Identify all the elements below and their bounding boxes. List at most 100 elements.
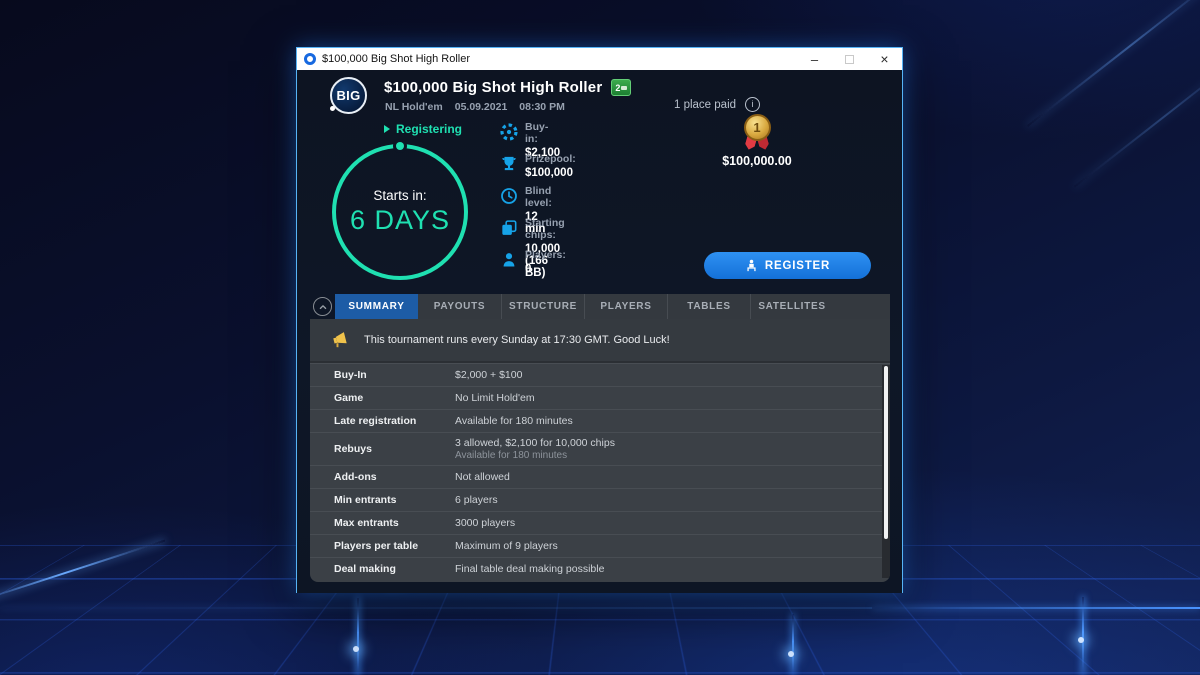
- grid-accent-line: [357, 598, 359, 675]
- registering-status: Registering: [384, 122, 462, 136]
- window-titlebar[interactable]: $100,000 Big Shot High Roller – ×: [297, 48, 902, 70]
- summary-panel: This tournament runs every Sunday at 17:…: [310, 319, 890, 582]
- trophy-icon: [500, 155, 518, 173]
- first-place-medal-icon: 1: [744, 114, 771, 141]
- starts-in-value: 6 DAYS: [350, 205, 450, 236]
- detail-value: Final table deal making possible: [455, 563, 604, 575]
- grid-glow-node: [353, 646, 359, 652]
- game-type: NL Hold'em: [385, 101, 443, 113]
- detail-subvalue: Available for 180 minutes: [455, 450, 615, 461]
- minimize-icon: –: [811, 52, 818, 67]
- tab-payouts[interactable]: PAYOUTS: [418, 294, 501, 319]
- detail-label: Buy-In: [334, 369, 455, 381]
- detail-row: Add-ons Not allowed: [310, 465, 890, 488]
- detail-value: Not allowed: [455, 471, 510, 483]
- minimize-button[interactable]: –: [797, 48, 832, 70]
- detail-label: Late registration: [334, 415, 455, 427]
- seat-icon: [745, 259, 758, 272]
- detail-label: Add-ons: [334, 471, 455, 483]
- ticket-badge-count: 2: [615, 83, 620, 93]
- grid-accent-line: [1082, 597, 1084, 675]
- ticket-badge-icon: 2: [611, 79, 631, 96]
- stat-label: Blind level:: [525, 185, 552, 209]
- tournament-title: $100,000 Big Shot High Roller: [384, 79, 602, 96]
- lobby-tabbar: SUMMARY PAYOUTS STRUCTURE PLAYERS TABLES…: [335, 294, 890, 319]
- detail-label: Min entrants: [334, 494, 455, 506]
- tab-satellites[interactable]: SATELLITES: [750, 294, 833, 319]
- tab-tables[interactable]: TABLES: [667, 294, 750, 319]
- tournament-window: $100,000 Big Shot High Roller – × BIG $1…: [296, 47, 903, 593]
- close-icon: ×: [880, 51, 888, 67]
- detail-value: No Limit Hold'em: [455, 392, 535, 404]
- announcement-text: This tournament runs every Sunday at 17:…: [364, 334, 670, 346]
- tournament-title-row: $100,000 Big Shot High Roller 2: [384, 79, 631, 96]
- detail-value: Maximum of 9 players: [455, 540, 558, 552]
- close-button[interactable]: ×: [867, 48, 902, 70]
- info-icon[interactable]: i: [745, 97, 760, 112]
- tab-structure[interactable]: STRUCTURE: [501, 294, 584, 319]
- register-button-label: REGISTER: [765, 260, 830, 272]
- stat-value: 0: [525, 263, 566, 275]
- countdown-circle: Starts in: 6 DAYS: [332, 144, 468, 280]
- detail-value: $2,000 + $100: [455, 369, 522, 381]
- register-button[interactable]: REGISTER: [704, 252, 871, 279]
- detail-label: Game: [334, 392, 455, 404]
- window-controls: – ×: [797, 48, 902, 70]
- play-triangle-icon: [384, 125, 390, 133]
- detail-value: 6 players: [455, 494, 498, 506]
- players-icon: [500, 251, 518, 269]
- poker-chip-icon: [500, 123, 518, 141]
- stat-players: Players: 0: [500, 249, 566, 275]
- grid-accent-line: [792, 614, 794, 675]
- stat-label: Buy-in:: [525, 121, 560, 145]
- start-time: 08:30 PM: [519, 101, 565, 113]
- grid-glow-node: [1078, 637, 1084, 643]
- detail-row: Deal making Final table deal making poss…: [310, 557, 890, 580]
- registering-label: Registering: [396, 122, 462, 136]
- medal-rank: 1: [753, 120, 760, 135]
- top-prize-amount: $100,000.00: [717, 154, 797, 168]
- chip-stack-icon: [500, 219, 518, 237]
- megaphone-icon: [330, 331, 349, 350]
- tournament-lobby: BIG $100,000 Big Shot High Roller 2 NL H…: [297, 70, 902, 593]
- tab-summary[interactable]: SUMMARY: [335, 294, 418, 319]
- collapse-panel-button[interactable]: [313, 297, 332, 316]
- grid-accent-line: [0, 607, 872, 609]
- detail-label: Players per table: [334, 540, 455, 552]
- tournament-subtitle: NL Hold'em 05.09.2021 08:30 PM: [385, 101, 565, 113]
- tab-players[interactable]: PLAYERS: [584, 294, 667, 319]
- scrollbar-thumb[interactable]: [884, 366, 888, 539]
- big-series-logo: BIG: [330, 77, 367, 114]
- countdown-marker-dot: [396, 142, 404, 150]
- detail-row: Max entrants 3000 players: [310, 511, 890, 534]
- grid-accent-line: [872, 607, 1200, 609]
- stat-prizepool: Prizepool: $100,000: [500, 153, 576, 179]
- detail-value: 3000 players: [455, 517, 515, 529]
- start-date: 05.09.2021: [455, 101, 508, 113]
- desktop-background: $100,000 Big Shot High Roller – × BIG $1…: [0, 0, 1200, 675]
- maximize-icon: [845, 55, 854, 64]
- places-paid-label: 1 place paid: [674, 99, 736, 111]
- stat-value: $100,000: [525, 167, 576, 179]
- announcement-bar: This tournament runs every Sunday at 17:…: [310, 319, 890, 363]
- detail-row: Late registration Available for 180 minu…: [310, 409, 890, 432]
- detail-row: Buy-In $2,000 + $100: [310, 363, 890, 386]
- big-logo-text: BIG: [336, 88, 360, 103]
- starts-in-label: Starts in:: [373, 188, 426, 203]
- stat-label: Players:: [525, 249, 566, 261]
- app-icon: [304, 53, 316, 65]
- detail-row: Game No Limit Hold'em: [310, 386, 890, 409]
- stat-label: Prizepool:: [525, 153, 576, 165]
- maximize-button[interactable]: [832, 48, 867, 70]
- detail-row: Players per table Maximum of 9 players: [310, 534, 890, 557]
- scrollbar-track[interactable]: [882, 365, 890, 578]
- detail-label: Rebuys: [334, 443, 455, 455]
- detail-row: Min entrants 6 players: [310, 488, 890, 511]
- top-prize-block: 1 $100,000.00: [717, 114, 797, 168]
- detail-value: Available for 180 minutes: [455, 415, 573, 427]
- detail-label: Deal making: [334, 563, 455, 575]
- stat-label: Starting chips:: [525, 217, 565, 241]
- light-streak: [1074, 44, 1200, 187]
- detail-row: Rebuys 3 allowed, $2,100 for 10,000 chip…: [310, 432, 890, 465]
- window-title: $100,000 Big Shot High Roller: [322, 53, 470, 65]
